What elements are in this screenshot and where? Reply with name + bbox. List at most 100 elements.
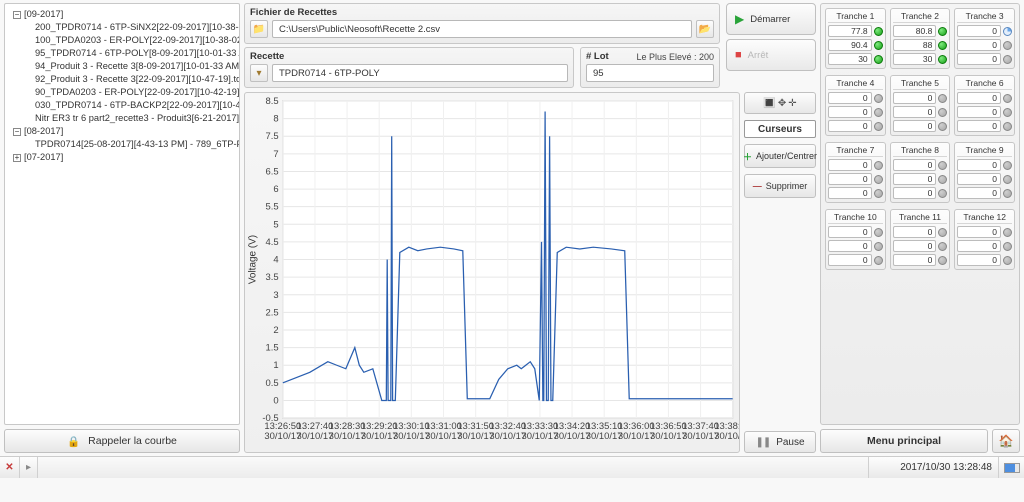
tranche-value: 0 [828,92,872,104]
status-led [1003,242,1012,251]
tranche-title: Tranche 3 [957,11,1012,23]
tranche-value: 0 [957,226,1001,238]
stop-label: Arrêt [748,50,769,61]
fichier-box: Fichier de Recettes 📁 C:\Users\Public\Ne… [244,3,720,44]
status-led [938,161,947,170]
status-led [874,108,883,117]
tranche-card: Tranche 2 80.8 88 30 [890,8,951,69]
browse-icon[interactable]: 📂 [696,20,714,38]
tranche-card: Tranche 5000 [890,75,951,136]
tree-folder-label: [09-2017] [24,8,63,21]
tranche-value: 0 [828,226,872,238]
rappeler-label: Rappeler la courbe [88,435,177,447]
tree-folder[interactable]: −[09-2017] [13,8,235,21]
home-icon: 🏠 [999,434,1014,448]
chart-tool-buttons[interactable]: 🔳 ✥ ✛ [744,92,816,114]
tree-file[interactable]: 94_Produit 3 - Recette 3[8-09-2017][10-0… [35,60,235,73]
tranche-value: 0 [828,187,872,199]
close-button[interactable]: ✕ [0,457,20,478]
voltage-chart[interactable]: -0.500.511.522.533.544.555.566.577.588.5… [245,93,739,452]
tranche-card: Tranche 7000 [825,142,886,203]
rappeler-button[interactable]: 🔒 Rappeler la courbe [4,429,240,453]
tranche-grid: Tranche 177.890.430Tranche 280.88830Tran… [820,3,1020,425]
tree-folder[interactable]: −[08-2017] [13,125,235,138]
folder-icon[interactable]: 📁 [250,20,268,38]
lock-icon: 🔒 [67,435,80,448]
tree-file[interactable]: TPDR0714[25-08-2017][4-43-13 PM] - 789_6… [35,138,235,151]
tree-file[interactable]: 200_TPDR0714 - 6TP-SiNX2[22-09-2017][10-… [35,21,235,34]
cursor-add-button[interactable]: ＋ Ajouter/Centrer [744,144,816,168]
tranche-value: 80.8 [893,25,937,37]
svg-text:5: 5 [273,220,278,230]
collapse-icon[interactable]: − [13,128,21,136]
top-forms: Fichier de Recettes 📁 C:\Users\Public\Ne… [244,3,816,88]
tranche-value: 30 [828,53,872,65]
collapse-icon[interactable]: − [13,11,21,19]
tree-file[interactable]: 90_TPDA0203 - ER-POLY[22-09-2017][10-42-… [35,86,235,99]
fichier-label: Fichier de Recettes [250,7,714,18]
tree-folder[interactable]: +[07-2017] [13,151,235,164]
recette-input[interactable]: TPDR0714 - 6TP-POLY [272,64,568,82]
cursor-icon: ✛ [788,98,796,109]
tranche-value: 0 [957,106,1001,118]
cursor-del-button[interactable]: — Supprimer [744,174,816,198]
tree-file[interactable]: Nitr ER3 tr 6 part2_recette3 - Produit3[… [35,112,235,125]
tranche-value: 0 [957,92,1001,104]
tranche-title: Tranche 4 [828,78,883,90]
stop-button[interactable]: ■ Arrêt [726,39,816,71]
status-led [874,122,883,131]
tranche-value: 0 [828,159,872,171]
start-button[interactable]: ▶ Démarrer [726,3,816,35]
menu-principal-button[interactable]: Menu principal [820,429,988,453]
dropdown-icon[interactable]: ▾ [250,64,268,82]
footer-fill [38,457,868,478]
tree-file[interactable]: 100_TPDA0203 - ER-POLY[22-09-2017][10-38… [35,34,235,47]
recette-box: Recette ▾ TPDR0714 - 6TP-POLY [244,47,574,88]
svg-text:7: 7 [273,149,278,159]
tranche-value: 0 [893,120,937,132]
tranche-title: Tranche 7 [828,145,883,157]
pause-icon: ❚❚ [755,437,770,448]
tranche-value: 0 [957,254,1001,266]
minus-icon: — [753,181,762,191]
menu-row: Menu principal 🏠 [820,429,1020,453]
svg-text:0.5: 0.5 [265,378,278,388]
form-block: Fichier de Recettes 📁 C:\Users\Public\Ne… [244,3,720,88]
tranche-card: Tranche 4000 [825,75,886,136]
tranche-value: 77.8 [828,25,872,37]
tree-file[interactable]: 92_Produit 3 - Recette 3[22-09-2017][10-… [35,73,235,86]
tranche-card: Tranche 11000 [890,209,951,270]
status-led [1003,55,1012,64]
tranche-card: Tranche 3000 [954,8,1015,69]
lot-input[interactable]: 95 [586,64,714,82]
footer-clock: 2017/10/30 13:28:48 [868,457,998,478]
chart-row: -0.500.511.522.533.544.555.566.577.588.5… [244,92,816,453]
chart-panel: -0.500.511.522.533.544.555.566.577.588.5… [244,92,740,453]
tree-file[interactable]: 030_TPDR0714 - 6TP-BACKP2[22-09-2017][10… [35,99,235,112]
file-tree[interactable]: −[09-2017]200_TPDR0714 - 6TP-SiNX2[22-09… [4,3,240,425]
status-led [874,228,883,237]
plus-icon: ＋ [743,150,752,163]
tranche-title: Tranche 2 [893,11,948,23]
expand-icon[interactable]: + [13,154,21,162]
fichier-input[interactable]: C:\Users\Public\Neosoft\Recette 2.csv [272,20,692,38]
expand-button[interactable]: ▸ [20,457,38,478]
zoom-icon: 🔳 [763,98,775,109]
pause-button[interactable]: ❚❚ Pause [744,431,816,453]
tree-file[interactable]: 95_TPDR0714 - 6TP-POLY[8-09-2017][10-01-… [35,47,235,60]
svg-text:8.5: 8.5 [265,96,278,106]
tranche-value: 0 [893,159,937,171]
status-led [874,189,883,198]
tranche-value: 0 [957,39,1001,51]
status-led [938,256,947,265]
footer: ✕ ▸ 2017/10/30 13:28:48 [0,456,1024,478]
tranche-value: 88 [893,39,937,51]
tranche-value: 30 [893,53,937,65]
home-button[interactable]: 🏠 [992,429,1020,453]
cursor-add-label: Ajouter/Centrer [756,151,817,161]
svg-text:13:38:30: 13:38:30 [714,421,739,431]
svg-text:3: 3 [273,290,278,300]
tranche-value: 0 [828,106,872,118]
start-stop-col: ▶ Démarrer ■ Arrêt [726,3,816,88]
cursor-del-label: Supprimer [766,181,808,191]
